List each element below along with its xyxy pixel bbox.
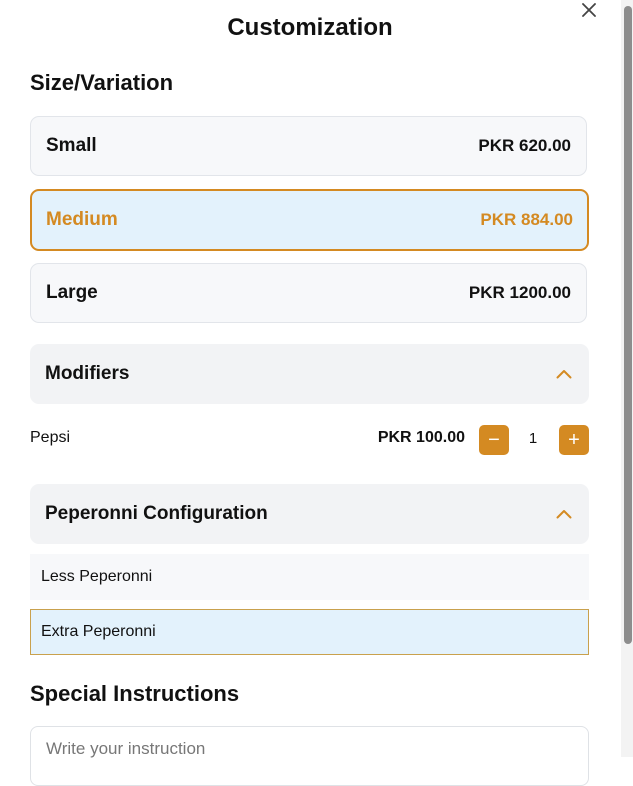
- chevron-up-icon: [555, 505, 573, 523]
- config-option-extra-peperonni[interactable]: Extra Peperonni: [30, 609, 589, 655]
- modifier-name: Pepsi: [30, 429, 71, 446]
- plus-icon: +: [568, 428, 580, 451]
- size-option-large[interactable]: Large PKR 1200.00: [30, 263, 587, 323]
- size-option-name: Small: [46, 135, 97, 156]
- peperonni-config-accordion[interactable]: Peperonni Configuration: [30, 484, 589, 544]
- size-option-price: PKR 620.00: [478, 136, 571, 155]
- config-option-label: Extra Peperonni: [41, 623, 156, 640]
- modifier-price: PKR 100.00: [377, 429, 465, 446]
- decrease-quantity-button[interactable]: −: [479, 425, 509, 455]
- size-option-name: Large: [46, 282, 98, 303]
- minus-icon: −: [488, 428, 500, 451]
- scrollbar-thumb[interactable]: [624, 6, 632, 644]
- chevron-up-icon: [555, 365, 573, 383]
- size-option-price: PKR 884.00: [480, 210, 573, 229]
- config-option-label: Less Peperonni: [41, 568, 153, 585]
- increase-quantity-button[interactable]: +: [559, 425, 589, 455]
- modifiers-label: Modifiers: [45, 363, 130, 384]
- special-instructions-heading: Special Instructions: [30, 681, 240, 706]
- size-variation-heading: Size/Variation: [30, 70, 174, 95]
- modifiers-accordion[interactable]: Modifiers: [30, 344, 589, 404]
- config-option-less-peperonni[interactable]: Less Peperonni: [30, 554, 589, 600]
- size-option-small[interactable]: Small PKR 620.00: [30, 116, 587, 176]
- scrollbar-track[interactable]: [621, 0, 633, 757]
- modifier-item-pepsi: Pepsi PKR 100.00 − 1 +: [30, 421, 589, 457]
- modal-title: Customization: [227, 14, 393, 41]
- size-option-name: Medium: [46, 209, 118, 230]
- size-option-medium[interactable]: Medium PKR 884.00: [30, 189, 589, 251]
- size-option-price: PKR 1200.00: [468, 283, 571, 302]
- special-instructions-input[interactable]: [30, 726, 589, 786]
- peperonni-config-label: Peperonni Configuration: [45, 503, 268, 524]
- quantity-value: 1: [528, 430, 538, 447]
